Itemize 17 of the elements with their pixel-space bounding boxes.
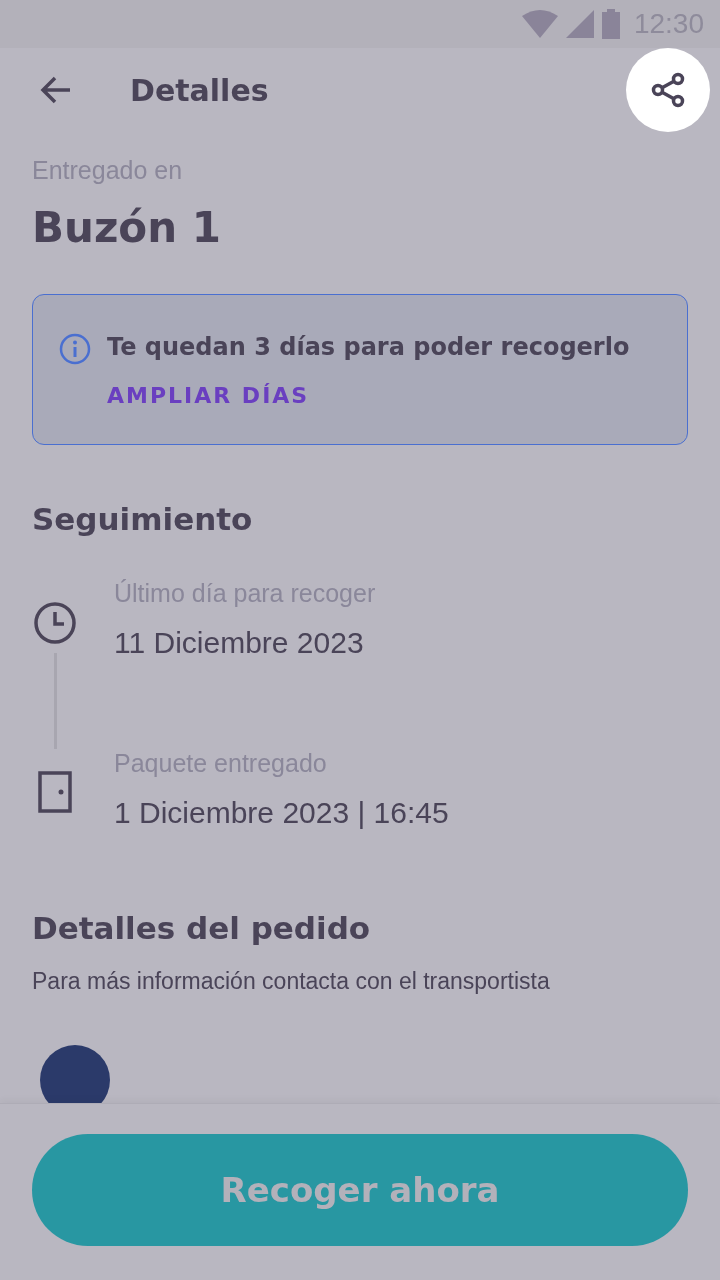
door-icon: [38, 771, 72, 813]
event-date: 1 Diciembre 2023 | 16:45: [114, 796, 449, 830]
battery-icon: [601, 9, 620, 39]
section-subtitle: Para más información contacta con el transportista: [32, 968, 551, 995]
info-icon: [59, 333, 91, 365]
wifi-icon: [521, 10, 558, 38]
extend-days-link[interactable]: AMPLIAR DÍAS: [107, 383, 310, 408]
section-title: Seguimiento: [32, 501, 254, 537]
pickup-button[interactable]: Recoger ahora: [32, 1134, 688, 1246]
delivery-place: Buzón 1: [32, 203, 222, 252]
avatar: [40, 1045, 110, 1103]
clock-icon: [33, 601, 77, 645]
signal-icon: [565, 10, 594, 38]
page-title: Detalles: [130, 72, 270, 108]
notice-text: Te quedan 3 días para poder recogerlo: [107, 333, 630, 361]
event-date: 11 Diciembre 2023: [114, 626, 365, 660]
section-title: Detalles del pedido: [32, 910, 372, 946]
